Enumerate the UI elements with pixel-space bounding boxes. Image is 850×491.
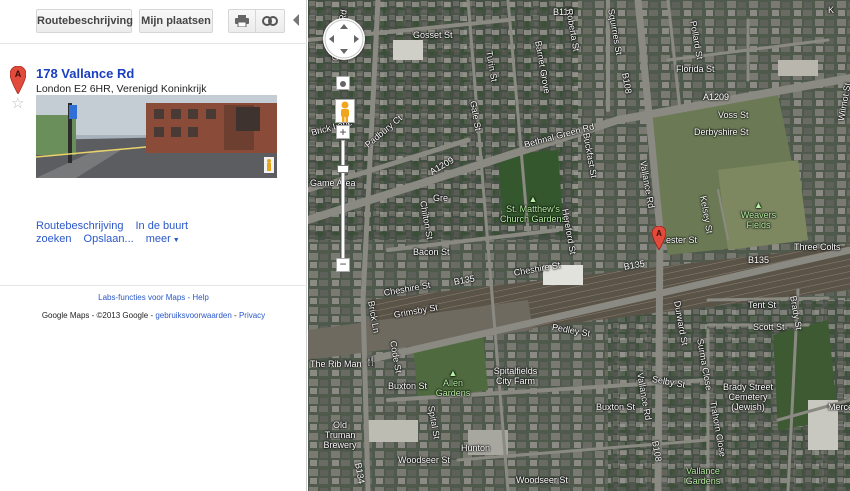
camera-icon[interactable] <box>336 76 350 90</box>
labs-link[interactable]: Labs-functies voor Maps <box>98 293 185 302</box>
place-name-link[interactable]: 178 Vallance Rd <box>36 66 134 81</box>
copyright-text: Google Maps - ©2013 Google - <box>41 311 156 320</box>
pegman-icon[interactable] <box>335 99 355 123</box>
google-maps-app: Routebeschrijving Mijn plaatsen A ☆ 178 … <box>0 0 850 491</box>
toolbar: Routebeschrijving Mijn plaatsen <box>0 0 307 44</box>
nearby-link[interactable]: In de buurt <box>136 220 189 232</box>
zoom-out-button[interactable]: − <box>336 258 350 272</box>
side-panel: Routebeschrijving Mijn plaatsen A ☆ 178 … <box>0 0 307 491</box>
street-view-image <box>36 95 277 178</box>
pan-control[interactable] <box>323 18 365 60</box>
satellite-imagery <box>308 0 850 491</box>
result-actions: Routebeschrijving In de buurt zoeken Ops… <box>36 220 286 247</box>
zoom-in-button[interactable]: + <box>336 125 350 139</box>
map-marker-letter: A <box>656 229 662 238</box>
pan-arrows-icon <box>324 19 364 59</box>
footer-links: Labs-functies voor Maps - Help <box>0 293 307 302</box>
road-shield: B118 <box>553 7 574 17</box>
print-icon <box>235 15 249 28</box>
street-view-thumbnail[interactable] <box>36 95 277 178</box>
marker-letter: A <box>15 69 22 79</box>
zoom-slider-track[interactable] <box>341 140 345 260</box>
privacy-link[interactable]: Privacy <box>239 311 265 320</box>
footer-separator-2: - <box>231 311 239 320</box>
route-link[interactable]: Routebeschrijving <box>36 220 123 232</box>
search-nearby-link[interactable]: zoeken <box>36 233 71 245</box>
print-button[interactable] <box>228 9 256 33</box>
link-button[interactable] <box>255 9 285 33</box>
route-button[interactable]: Routebeschrijving <box>36 9 133 33</box>
more-label: meer <box>145 233 171 245</box>
terms-link[interactable]: gebruiksvoorwaarden <box>155 311 232 320</box>
star-icon[interactable]: ☆ <box>11 96 24 111</box>
chevron-down-icon: ▼ <box>170 237 180 244</box>
my-places-button[interactable]: Mijn plaatsen <box>139 9 213 33</box>
zoom-slider-thumb[interactable] <box>337 165 349 173</box>
road-shield: B135 <box>748 255 770 265</box>
more-dropdown[interactable]: meer ▼ <box>146 233 180 245</box>
marker-a-icon[interactable]: A <box>10 66 26 94</box>
save-link[interactable]: Opslaan... <box>84 233 134 245</box>
road-shield: A1209 <box>703 92 730 102</box>
footer-legal: Google Maps - ©2013 Google - gebruiksvoo… <box>0 311 307 320</box>
satellite-map[interactable]: Gosset St B118 Roberta St Squirries St P… <box>308 0 850 491</box>
footer-divider <box>0 285 307 286</box>
help-link[interactable]: Help <box>192 293 208 302</box>
map-marker-a-icon[interactable]: A <box>652 226 666 250</box>
collapse-panel-icon[interactable] <box>291 13 301 27</box>
link-icon <box>262 16 278 26</box>
place-address: London E2 6HR, Verenigd Koninkrijk <box>36 83 207 95</box>
